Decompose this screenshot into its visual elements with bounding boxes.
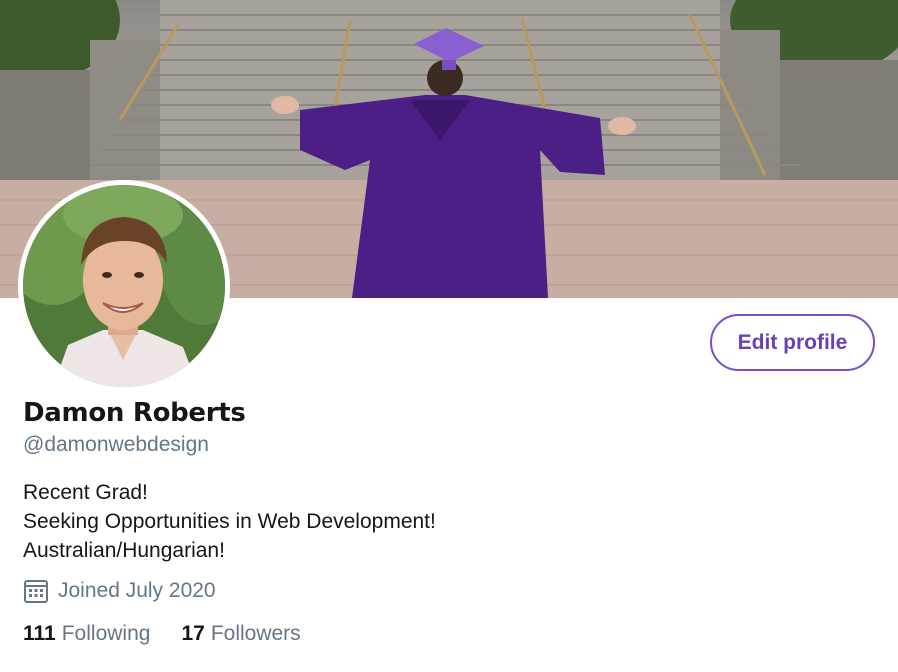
bio-line: Australian/Hungarian! xyxy=(23,539,225,562)
edit-profile-button[interactable]: Edit profile xyxy=(710,314,875,371)
profile-avatar[interactable] xyxy=(18,180,230,392)
calendar-icon xyxy=(24,580,48,603)
joined-date: Joined July 2020 xyxy=(23,578,216,604)
profile-bio: Recent Grad! Seeking Opportunities in We… xyxy=(23,478,436,565)
profile-name: Damon Roberts xyxy=(23,398,246,428)
following-link[interactable]: 111 Following xyxy=(23,622,150,646)
bio-line: Seeking Opportunities in Web Development… xyxy=(23,510,436,533)
bio-line: Recent Grad! xyxy=(23,481,148,504)
followers-label: Followers xyxy=(210,622,301,645)
avatar-photo xyxy=(23,185,225,387)
joined-label: Joined July 2020 xyxy=(58,579,216,602)
follow-stats: 111 Following 17 Followers xyxy=(23,622,332,646)
followers-link[interactable]: 17 Followers xyxy=(181,622,300,646)
profile-handle: @damonwebdesign xyxy=(23,433,209,456)
followers-count: 17 xyxy=(181,622,205,645)
following-count: 111 xyxy=(23,622,56,645)
following-label: Following xyxy=(61,622,151,645)
